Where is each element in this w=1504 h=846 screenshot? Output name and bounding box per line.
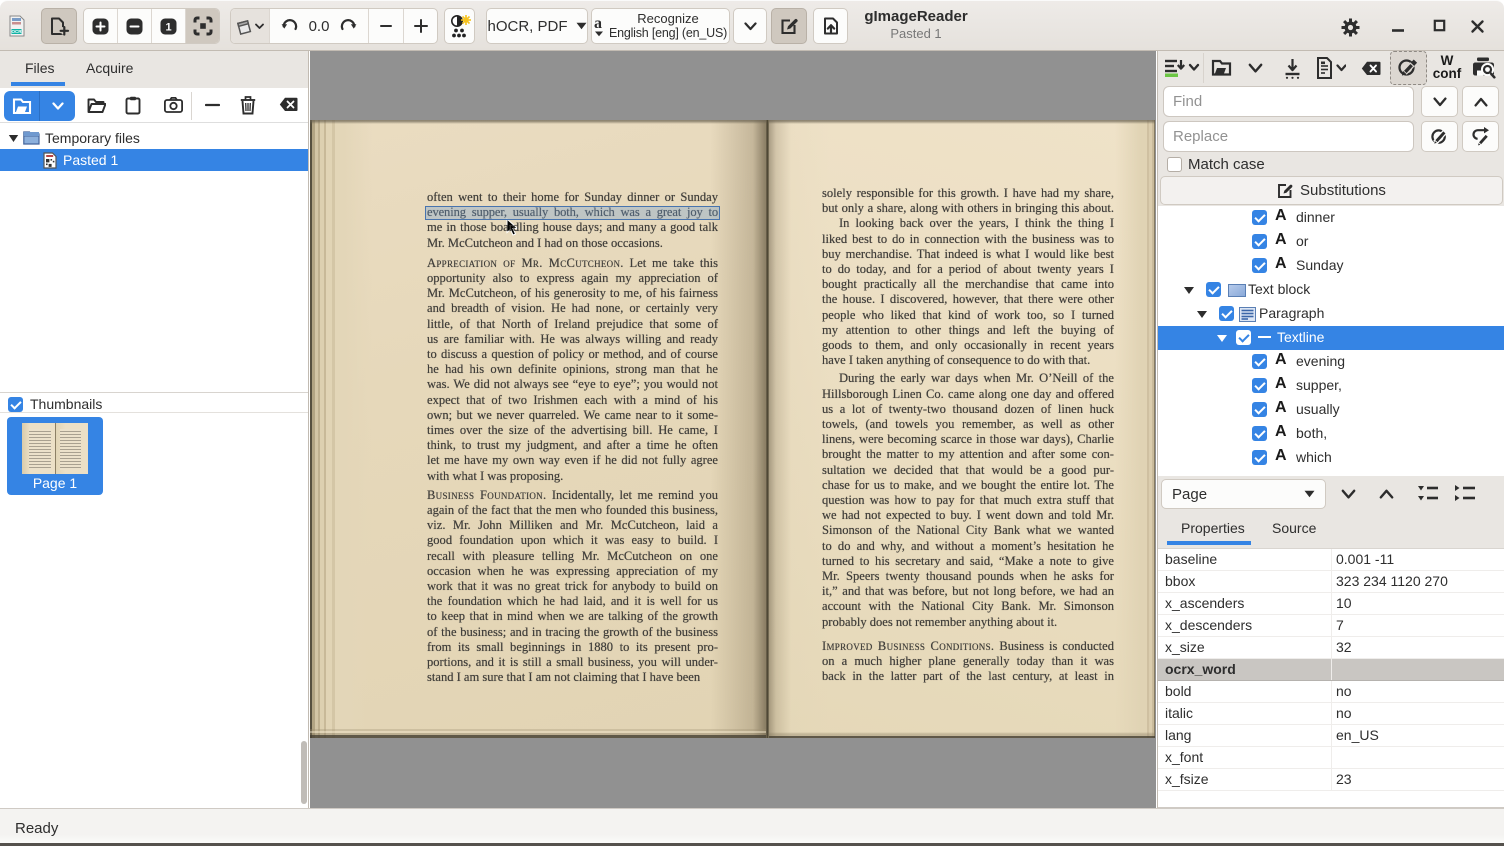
svg-text:OCR: OCR (12, 29, 23, 34)
svg-text:a: a (594, 15, 602, 32)
svg-text:1: 1 (165, 21, 171, 33)
